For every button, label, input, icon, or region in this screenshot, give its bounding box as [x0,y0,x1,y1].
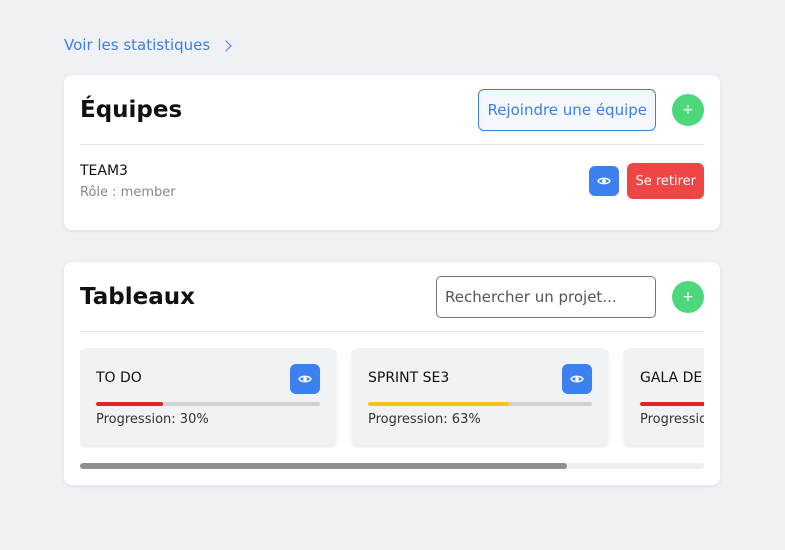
plus-icon: + [682,288,694,305]
boards-carousel[interactable]: TO DO Progression: 30% SPRINT SE3 Progre… [80,348,704,448]
board-progress-label: Progression: 30% [96,412,209,427]
eye-icon [298,375,312,383]
progress-bar-fill [640,402,704,406]
progress-bar [96,402,320,406]
team-name: TEAM3 [80,162,128,179]
view-board-button[interactable] [290,364,320,394]
boards-title: Tableaux [80,283,195,310]
progress-bar [368,402,592,406]
board-card[interactable]: GALA DE Progression [624,348,704,446]
statistics-link-label: Voir les statistiques [64,36,211,54]
scrollbar-thumb[interactable] [80,463,567,469]
view-team-button[interactable] [589,166,620,196]
teams-card: Équipes Rejoindre une équipe + TEAM3 Rôl… [64,75,720,230]
board-card[interactable]: TO DO Progression: 30% [80,348,336,446]
view-board-button[interactable] [562,364,592,394]
boards-scrollbar[interactable] [80,463,704,469]
add-board-button[interactable]: + [672,280,704,313]
board-card[interactable]: SPRINT SE3 Progression: 63% [352,348,608,446]
teams-title: Équipes [80,96,183,123]
leave-team-button[interactable]: Se retirer [627,163,704,199]
plus-icon: + [682,101,694,118]
project-search-input[interactable] [436,275,656,318]
board-progress-label: Progression: 63% [368,412,481,427]
add-team-button[interactable]: + [672,93,704,126]
board-title: TO DO [96,370,142,386]
join-team-button[interactable]: Rejoindre une équipe [478,88,656,131]
boards-header: Tableaux + [80,262,704,332]
chevron-right-icon [220,39,232,52]
boards-card: Tableaux + TO DO Progression: 3 [64,262,720,485]
board-title: SPRINT SE3 [368,370,450,386]
team-row: TEAM3 Rôle : member Se retirer [80,161,704,201]
progress-bar-fill [96,402,164,406]
progress-bar-fill [368,402,510,406]
eye-icon [597,177,612,185]
progress-bar [640,402,704,406]
eye-icon [570,375,584,383]
team-role: Rôle : member [80,184,176,200]
board-progress-label: Progression [640,412,704,427]
teams-header: Équipes Rejoindre une équipe + [80,75,704,145]
board-title: GALA DE [640,370,703,386]
statistics-link[interactable]: Voir les statistiques [64,36,232,54]
